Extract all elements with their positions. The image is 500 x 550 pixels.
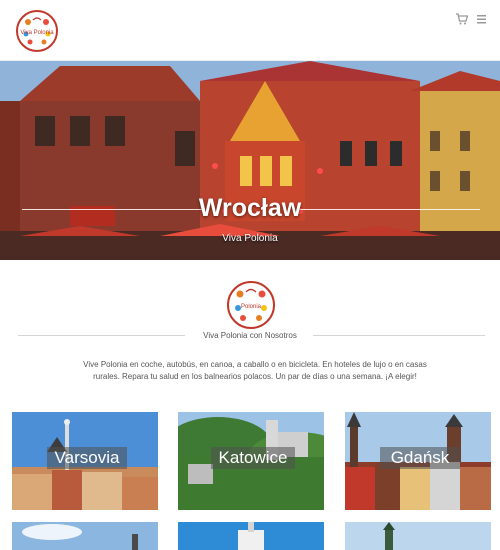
- hero-title: Wrocław: [198, 194, 302, 222]
- destination-card-row2-2[interactable]: [178, 522, 324, 550]
- about-logo-text: Polonia: [241, 304, 262, 310]
- site-logo[interactable]: Viva Polonia: [16, 10, 58, 52]
- destination-card-varsovia[interactable]: Varsovia: [12, 412, 158, 510]
- destination-image: [12, 522, 158, 550]
- about-text: Vive Polonia en coche, autobús, en canoa…: [83, 360, 427, 381]
- destination-card-katowice[interactable]: Katowice: [178, 412, 324, 510]
- hamburger-menu-icon[interactable]: [477, 14, 486, 24]
- destination-card-row2-1[interactable]: [12, 522, 158, 550]
- site-header: Viva Polonia: [0, 0, 500, 61]
- about-heading: Viva Polonia con Nosotros: [203, 331, 297, 340]
- destination-image: [178, 522, 324, 550]
- shopping-cart-icon[interactable]: [456, 13, 468, 25]
- destination-card-row2-3[interactable]: [345, 522, 491, 550]
- destination-card-gdansk[interactable]: Gdańsk: [345, 412, 491, 510]
- destination-label: Gdańsk: [380, 447, 460, 469]
- destination-label: Katowice: [211, 447, 295, 469]
- hero-banner: Wrocław Viva Polonia: [0, 61, 500, 260]
- logo-text: Viva Polonia: [20, 30, 54, 36]
- about-logo: Polonia: [227, 281, 275, 329]
- hero-image: [0, 61, 500, 260]
- destination-label: Varsovia: [47, 447, 127, 469]
- destination-image: [345, 522, 491, 550]
- hero-subtitle: Viva Polonia: [222, 233, 278, 244]
